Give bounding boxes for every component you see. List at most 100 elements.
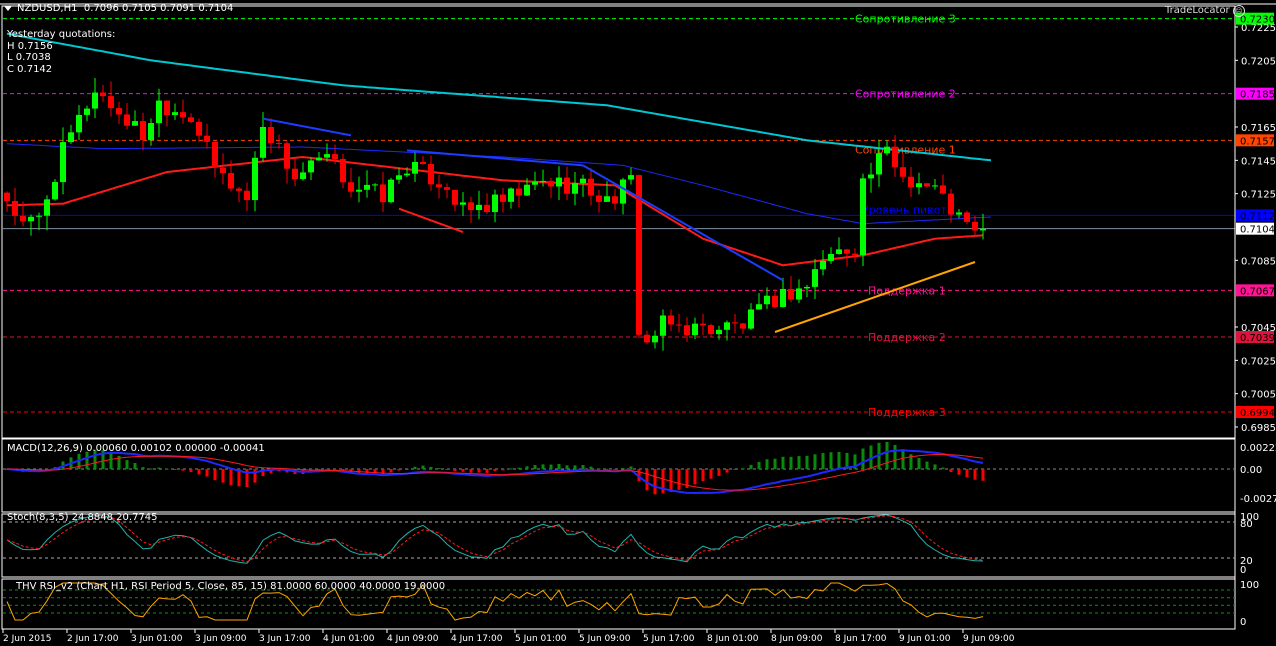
candle-body <box>380 184 386 203</box>
candle <box>340 153 346 189</box>
macd-histogram-bar <box>469 469 473 473</box>
candle-body <box>348 182 354 192</box>
candle <box>508 187 514 209</box>
candle-body <box>364 184 370 190</box>
candle-body <box>860 178 866 256</box>
candle-body <box>548 180 554 187</box>
candle <box>756 292 762 310</box>
price-tick-label: 0.7085 <box>1241 256 1276 267</box>
macd-histogram-bar <box>197 469 201 475</box>
candle-body <box>316 157 322 161</box>
rsi-label: THV RSI_v2 (Chart H1, RSI Period 5, Clos… <box>16 581 446 592</box>
candle <box>964 210 970 225</box>
macd-histogram-bar <box>397 469 401 471</box>
candle <box>220 153 226 185</box>
macd-histogram-bar <box>573 465 577 469</box>
candle-body <box>404 173 410 176</box>
price-tick-label: 0.7165 <box>1241 123 1276 134</box>
candle <box>948 188 954 223</box>
candle-body <box>260 126 266 158</box>
candle <box>908 166 914 197</box>
candle <box>268 118 274 154</box>
candle <box>500 188 506 213</box>
candle-body <box>372 184 378 186</box>
macd-histogram-bar <box>741 468 745 470</box>
candle <box>916 172 922 195</box>
macd-histogram-bar <box>565 465 569 469</box>
time-tick-label: 4 Jun 17:00 <box>451 634 503 644</box>
sad-face-icon: ☹ <box>1232 5 1245 17</box>
candle-body <box>788 288 794 300</box>
candle-body <box>844 249 850 254</box>
macd-histogram-bar <box>837 451 841 469</box>
candle-body <box>460 202 466 205</box>
macd-histogram-bar <box>517 467 521 469</box>
macd-histogram-bar <box>221 469 225 483</box>
dropdown-triangle-icon[interactable] <box>4 5 12 11</box>
macd-histogram-bar <box>205 469 209 477</box>
yesterday-high: H 0.7156 <box>7 40 53 52</box>
candle <box>572 172 578 206</box>
macd-histogram-bar <box>677 469 681 490</box>
candle-body <box>812 269 818 287</box>
candle-body <box>740 323 746 329</box>
macd-histogram-bar <box>549 464 553 469</box>
candle-body <box>884 146 890 154</box>
candle-body <box>140 121 146 141</box>
candle-body <box>76 114 82 133</box>
candle-body <box>156 100 162 124</box>
price-tag-label: 0.7067 <box>1240 286 1275 297</box>
candle <box>716 325 722 340</box>
candle <box>28 214 34 236</box>
trading-chart[interactable]: Сопротивление 3Сопротивление 2Сопротивле… <box>0 0 1276 646</box>
trade-locator[interactable]: TradeLocator ☹ <box>1165 5 1245 17</box>
macd-histogram-bar <box>621 467 625 469</box>
candle-body <box>388 179 394 203</box>
candle <box>900 153 906 183</box>
candle <box>596 190 602 213</box>
candle <box>588 168 594 206</box>
candle-body <box>724 322 730 330</box>
candle <box>940 174 946 195</box>
trendline <box>406 149 584 167</box>
macd-histogram-bar <box>253 469 257 483</box>
chart-title[interactable]: NZDUSD,H1 0.7096 0.7105 0.7091 0.7104 <box>4 3 233 14</box>
candle <box>804 284 810 298</box>
candle-body <box>492 194 498 213</box>
macd-histogram-bar <box>821 453 825 469</box>
candle-body <box>124 114 130 126</box>
macd-histogram-bar <box>525 466 529 469</box>
candle-body <box>412 161 418 174</box>
macd-tick-label: 0.00 <box>1240 465 1262 476</box>
candle <box>564 166 570 201</box>
candle-body <box>940 185 946 194</box>
macd-histogram-bar <box>693 469 697 485</box>
candle <box>204 123 210 149</box>
candle <box>684 317 690 342</box>
candle-body <box>196 121 202 136</box>
candle-body <box>764 295 770 305</box>
candle-body <box>428 164 434 185</box>
macd-histogram-bar <box>541 464 545 469</box>
level-label: Сопротивление 3 <box>855 13 956 26</box>
candle-body <box>716 329 722 335</box>
candle <box>292 157 298 187</box>
candle-body <box>772 295 778 307</box>
price-tick-label: 0.7145 <box>1241 156 1276 167</box>
candle-body <box>164 100 170 115</box>
candle <box>436 174 442 199</box>
candle-body <box>468 202 474 211</box>
price-tick-label: 0.7025 <box>1241 356 1276 367</box>
candle <box>100 84 106 102</box>
macd-histogram-bar <box>901 449 905 469</box>
price-tag-label: 0.7157 <box>1240 136 1275 147</box>
candle-body <box>220 167 226 174</box>
candle-body <box>116 108 122 115</box>
moving-average-mid <box>6 143 992 225</box>
candle <box>796 279 802 303</box>
price-tick-label: 0.7005 <box>1241 390 1276 401</box>
stoch-tick-label: 0 <box>1240 565 1246 576</box>
candle-body <box>36 215 42 217</box>
time-tick-label: 4 Jun 01:00 <box>323 634 375 644</box>
candle <box>452 189 458 212</box>
